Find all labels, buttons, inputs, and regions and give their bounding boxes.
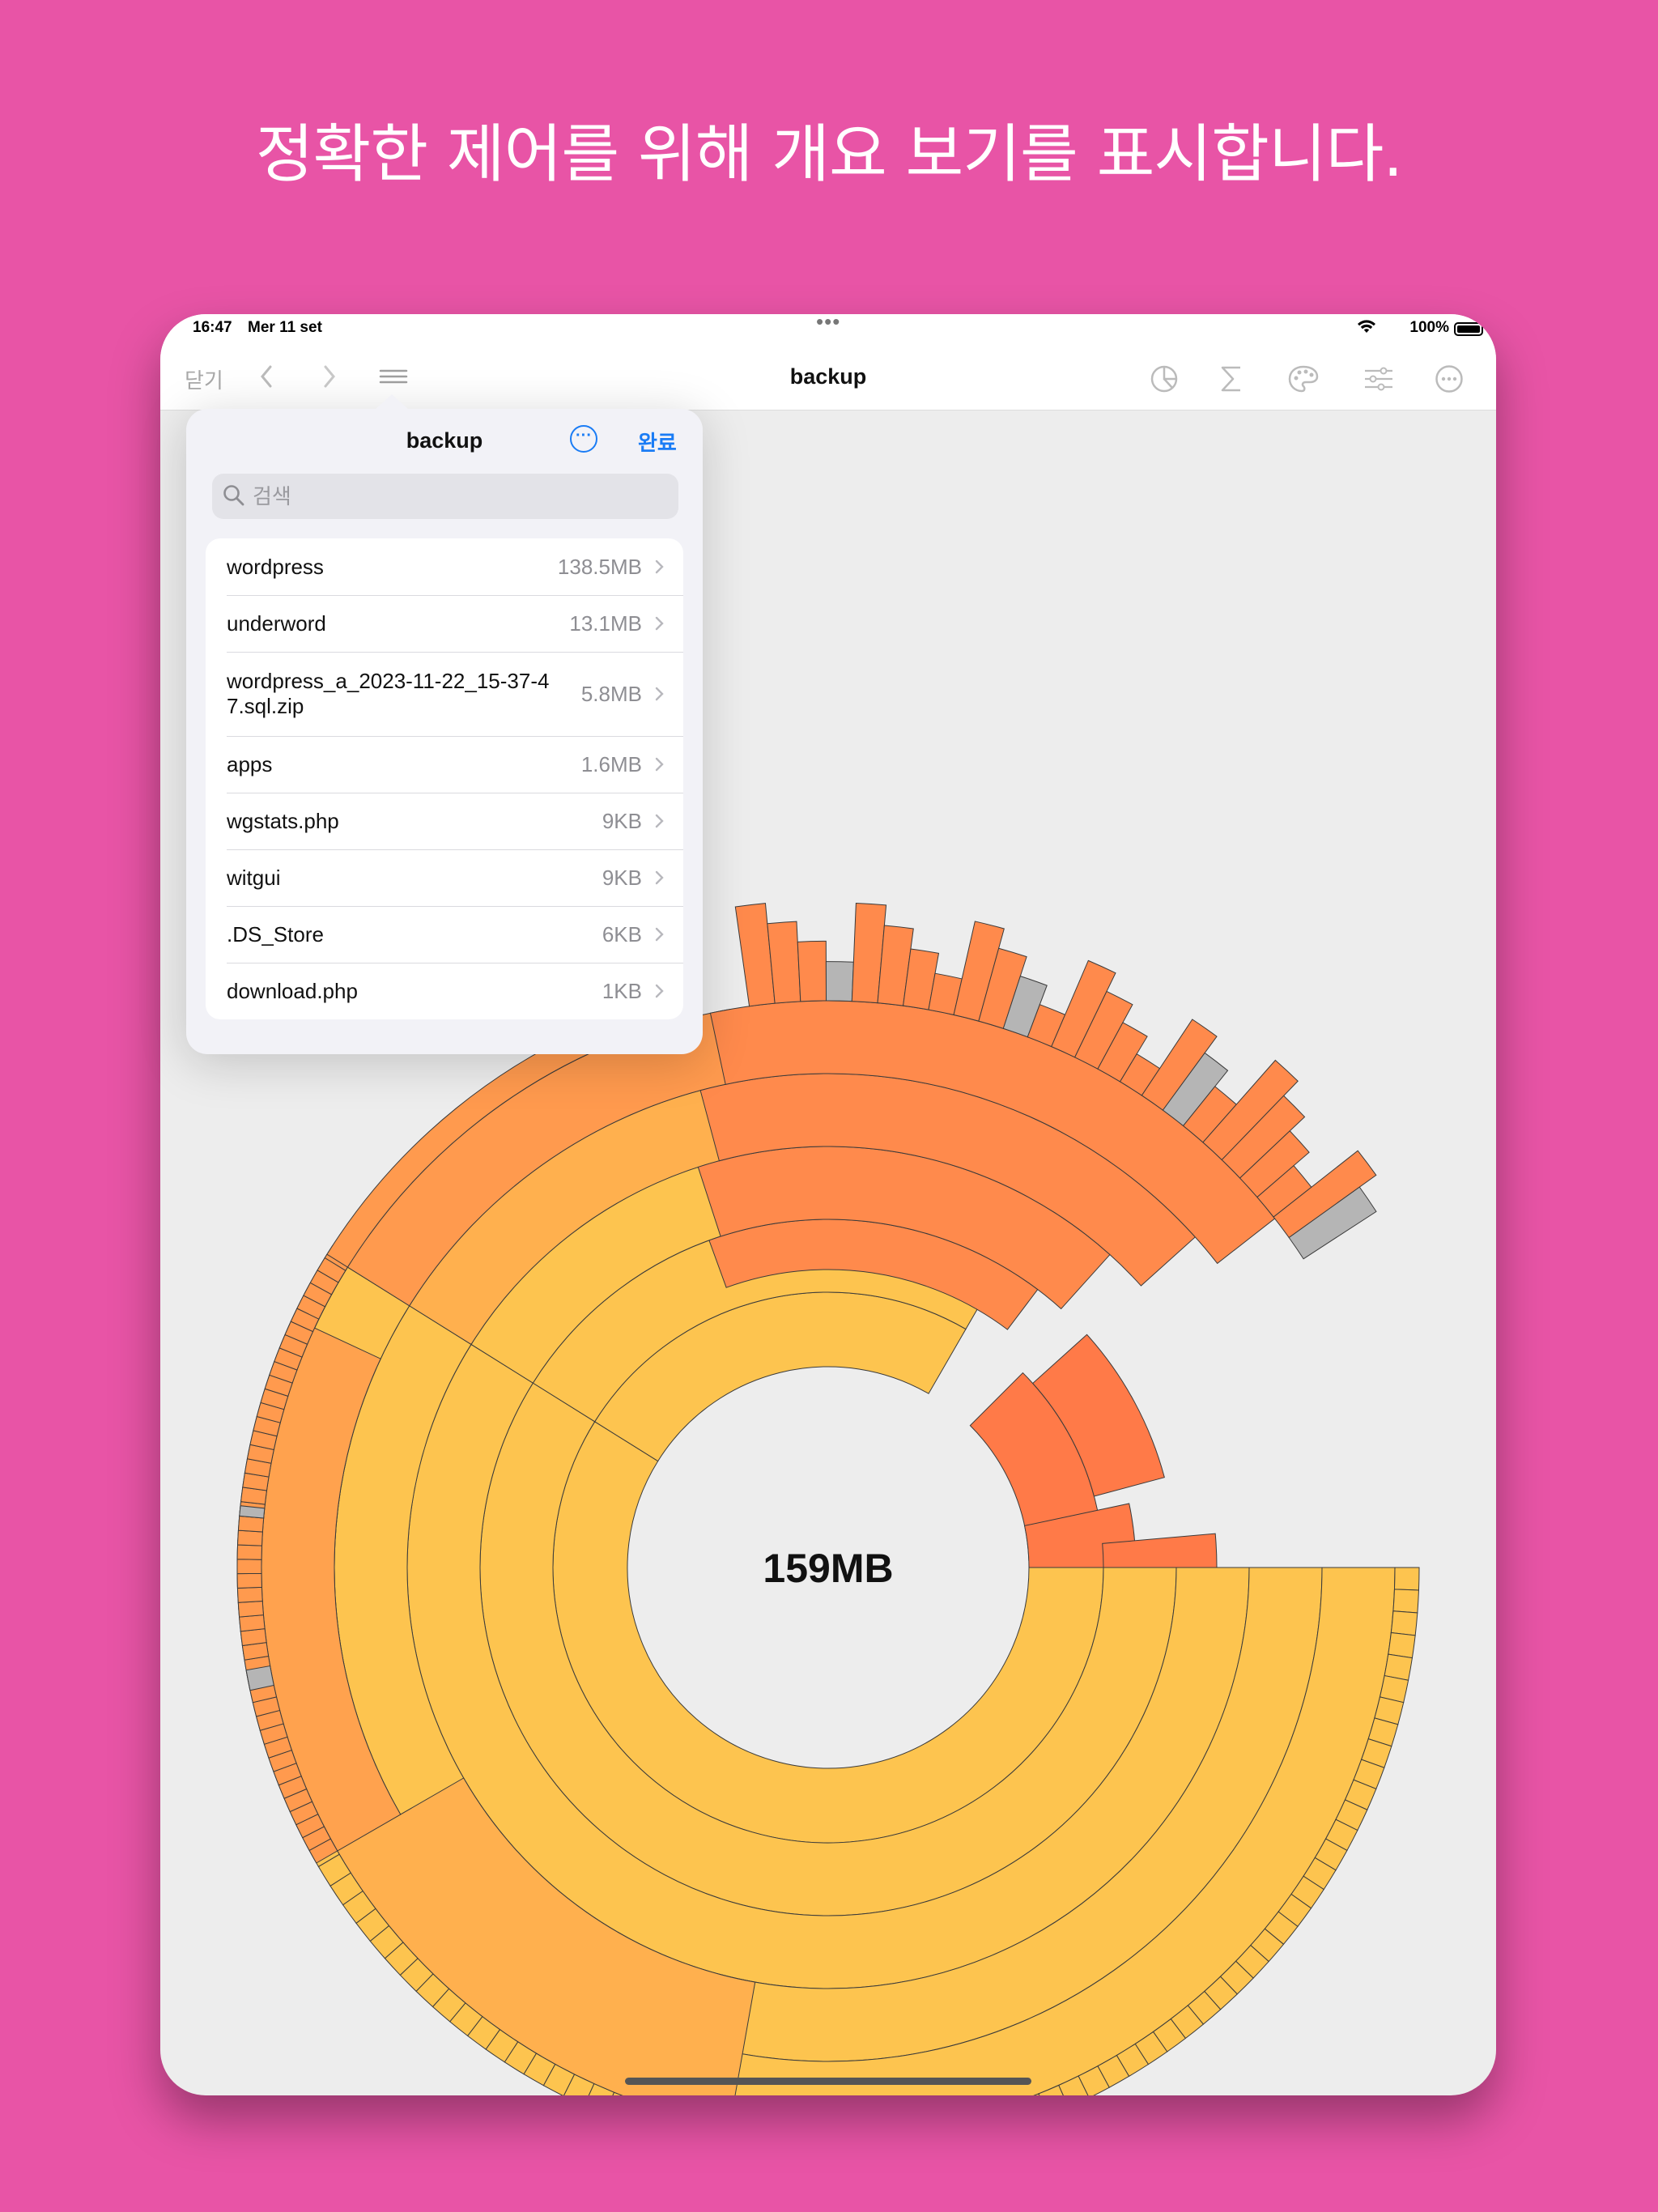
file-name: apps <box>227 751 273 776</box>
more-icon[interactable] <box>1435 364 1464 398</box>
chevron-right-icon <box>655 559 664 574</box>
sum-icon[interactable] <box>1219 364 1244 398</box>
total-size-label: 159MB <box>763 1546 893 1591</box>
sunburst-segment[interactable] <box>1388 1631 1416 1659</box>
sunburst-segment[interactable] <box>1392 1589 1419 1614</box>
file-row[interactable]: wordpress_a_2023-11-22_15-37-47.sql.zip 5… <box>206 652 683 736</box>
file-row[interactable]: download.php 1KB <box>206 963 683 1019</box>
sunburst-segment[interactable] <box>239 1505 266 1519</box>
search-bar <box>212 474 678 519</box>
file-name: witgui <box>227 865 281 890</box>
file-size: 1.6MB <box>580 751 642 776</box>
file-row[interactable]: apps 1.6MB <box>206 736 683 793</box>
chevron-right-icon <box>655 984 664 998</box>
battery-percent: 100% <box>1409 319 1449 336</box>
chevron-right-icon <box>655 927 664 942</box>
sunburst-segment[interactable] <box>237 1515 265 1533</box>
sunburst-segment[interactable] <box>825 961 854 1002</box>
sunburst-segment[interactable] <box>797 940 827 1002</box>
file-name: download.php <box>227 978 358 1003</box>
file-row[interactable]: underword 13.1MB <box>206 595 683 652</box>
forward-chevron-icon[interactable] <box>322 364 337 393</box>
sunburst-segment[interactable] <box>734 903 776 1007</box>
multitask-dots-icon[interactable]: ••• <box>816 314 840 334</box>
close-button[interactable]: 닫기 <box>185 364 223 394</box>
file-size: 6KB <box>602 921 642 946</box>
sunburst-segment[interactable] <box>237 1529 263 1546</box>
file-name: wordpress <box>227 554 324 579</box>
file-name: .DS_Store <box>227 921 324 946</box>
status-date: Mer 11 set <box>248 319 322 336</box>
status-time: 16:47 <box>193 319 232 336</box>
file-size: 13.1MB <box>569 610 642 636</box>
search-icon <box>222 483 246 512</box>
palette-icon[interactable] <box>1287 364 1320 398</box>
file-row[interactable]: witgui 9KB <box>206 849 683 906</box>
ellipsis-circle-icon[interactable]: ··· <box>570 425 597 453</box>
toolbar: 닫기 backup <box>160 348 1496 410</box>
file-size: 138.5MB <box>557 554 642 579</box>
file-row[interactable]: .DS_Store 6KB <box>206 906 683 963</box>
wifi-icon <box>1357 319 1376 338</box>
sunburst-segment[interactable] <box>236 1544 263 1560</box>
home-indicator[interactable] <box>625 2078 1031 2085</box>
file-name: wgstats.php <box>227 808 339 833</box>
status-bar: 16:47 Mer 11 set ••• 100% <box>160 314 1496 348</box>
chevron-right-icon <box>655 757 664 772</box>
file-size: 9KB <box>602 808 642 833</box>
chevron-right-icon <box>655 814 664 828</box>
file-size: 5.8MB <box>580 681 642 706</box>
chevron-right-icon <box>655 687 664 701</box>
sunburst-segment[interactable] <box>236 1572 262 1589</box>
done-button[interactable]: 완료 <box>638 427 677 457</box>
sliders-icon[interactable] <box>1363 364 1394 398</box>
file-row[interactable]: wordpress 138.5MB <box>206 538 683 595</box>
file-list: wordpress 138.5MB underword 13.1MB wordpress… <box>206 538 683 1019</box>
pie-chart-icon[interactable] <box>1150 364 1179 398</box>
popover-title: backup <box>406 428 483 453</box>
file-name: wordpress_a_2023-11-22_15-37-47.sql.zip <box>227 669 550 718</box>
sunburst-segment[interactable] <box>239 1614 266 1632</box>
chevron-right-icon <box>655 870 664 885</box>
chevron-right-icon <box>655 616 664 631</box>
folder-popover: backup ··· 완료 wordpress 138.5MB underword 1… <box>186 394 703 1054</box>
sunburst-segment[interactable] <box>1390 1610 1418 1636</box>
sunburst-segment[interactable] <box>237 1600 264 1618</box>
file-row[interactable]: wgstats.php 9KB <box>206 793 683 849</box>
file-size: 1KB <box>602 978 642 1003</box>
search-input[interactable] <box>251 480 659 514</box>
sunburst-segment[interactable] <box>236 1586 263 1603</box>
sunburst-segment[interactable] <box>1393 1567 1420 1591</box>
file-name: underword <box>227 610 326 636</box>
battery-icon <box>1454 322 1483 336</box>
marketing-headline: 정확한 제어를 위해 개요 보기를 표시합니다. <box>255 118 1403 191</box>
sunburst-segment[interactable] <box>236 1559 262 1575</box>
file-size: 9KB <box>602 865 642 890</box>
back-chevron-icon[interactable] <box>259 364 274 393</box>
list-icon[interactable] <box>379 364 408 393</box>
